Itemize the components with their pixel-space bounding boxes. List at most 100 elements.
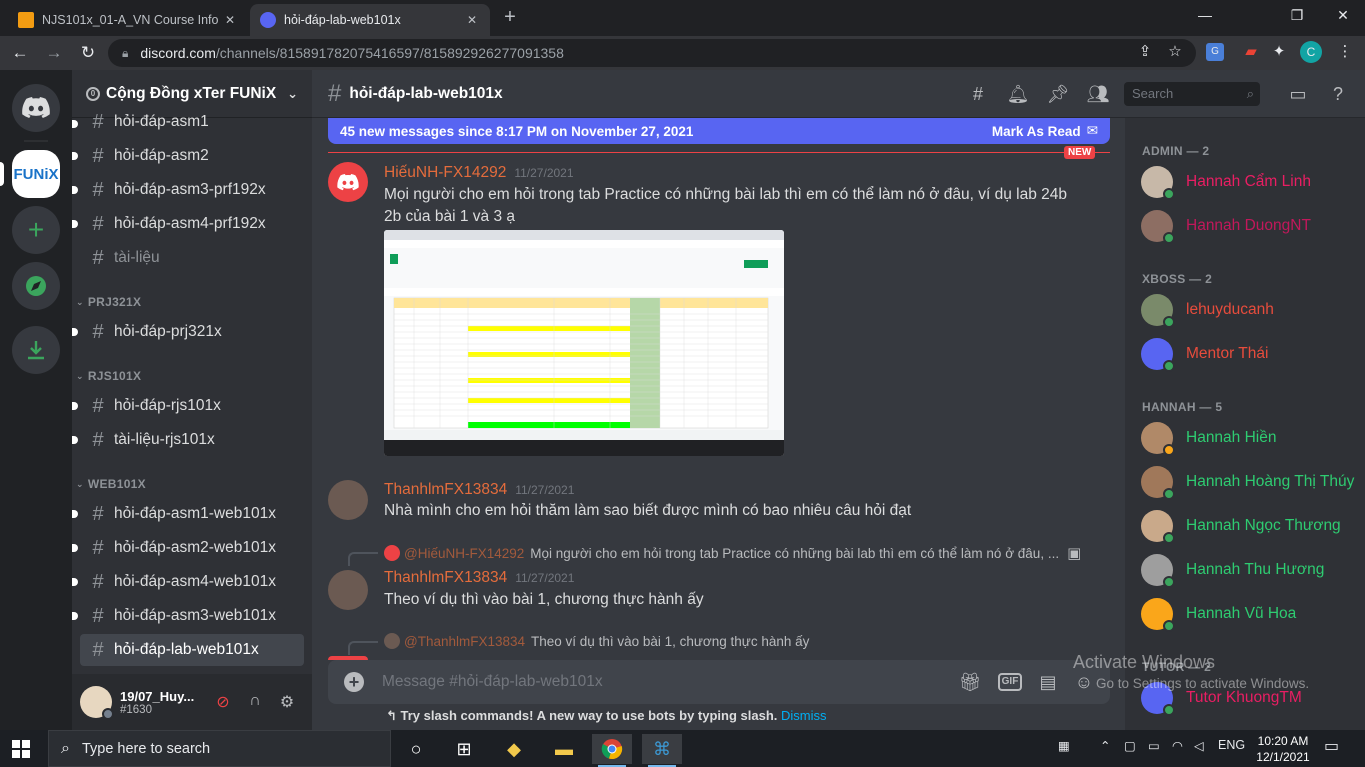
sticker-icon[interactable]: ▤ bbox=[1036, 670, 1060, 694]
message-author[interactable]: HiếuNH-FX14292 bbox=[384, 164, 506, 182]
member-item[interactable]: Hannah Vũ Hoa bbox=[1141, 594, 1361, 634]
translate-extension-icon[interactable]: G bbox=[1206, 43, 1224, 61]
download-apps-icon[interactable] bbox=[12, 326, 60, 374]
task-view-icon[interactable]: ⊞ bbox=[444, 734, 484, 764]
channel-item[interactable]: # tài-liệu bbox=[80, 242, 304, 274]
windows-start-icon[interactable] bbox=[12, 740, 30, 758]
channel-item[interactable]: # hỏi-đáp-asm3-prf192x bbox=[72, 174, 304, 206]
avatar[interactable] bbox=[328, 570, 368, 610]
volume-icon[interactable]: ◁ bbox=[1194, 738, 1204, 753]
bookmark-star-icon[interactable]: ☆ bbox=[1164, 41, 1186, 63]
channel-item[interactable]: # hỏi-đáp-asm2-web101x bbox=[72, 532, 304, 564]
threads-icon[interactable]: # bbox=[966, 82, 990, 106]
profile-avatar-icon[interactable]: C bbox=[1300, 41, 1322, 63]
channel-item[interactable]: # hỏi-đáp-asm4-prf192x bbox=[72, 208, 304, 240]
member-item[interactable]: Hannah Thu Hương bbox=[1141, 550, 1361, 590]
member-item[interactable]: lehuyducanh bbox=[1141, 290, 1361, 330]
notification-bell-icon[interactable]: 🔔︎ bbox=[1006, 82, 1030, 106]
menu-kebab-icon[interactable]: ⋮ bbox=[1334, 41, 1356, 63]
channel-item[interactable]: # hỏi-đáp-rjs101x bbox=[72, 390, 304, 422]
message-composer[interactable]: + Message #hỏi-đáp-lab-web101x 🎁︎ GIF ▤ … bbox=[328, 660, 1110, 704]
channel-item[interactable]: # hỏi-đáp-asm1 bbox=[72, 108, 304, 136]
message-author[interactable]: ThanhlmFX13834 bbox=[384, 569, 507, 587]
channel-item-active[interactable]: # hỏi-đáp-lab-web101x bbox=[80, 634, 304, 666]
avatar bbox=[1141, 294, 1175, 328]
inbox-icon[interactable]: ▭ bbox=[1286, 82, 1310, 106]
input-language[interactable]: ENG bbox=[1218, 738, 1245, 752]
wifi-icon[interactable]: ◠ bbox=[1172, 738, 1183, 753]
member-item[interactable]: Hannah Hiền bbox=[1141, 418, 1361, 458]
settings-gear-icon[interactable]: ⚙ bbox=[276, 692, 298, 714]
add-attachment-icon[interactable]: + bbox=[344, 672, 364, 692]
system-clock[interactable]: 10:20 AM 12/1/2021 bbox=[1255, 733, 1311, 765]
explore-servers-icon[interactable] bbox=[12, 262, 60, 310]
reply-reference[interactable]: @ThanhlmFX13834 Theo ví dụ thì vào bài 1… bbox=[384, 633, 809, 649]
headphones-icon[interactable]: ∩ bbox=[244, 692, 266, 714]
reload-icon[interactable]: ↻ bbox=[76, 41, 100, 65]
discord-home-icon[interactable] bbox=[12, 84, 60, 132]
taskbar-search-input[interactable]: ⌕ Type here to search bbox=[48, 730, 391, 767]
vscode-icon[interactable]: ⌘ bbox=[642, 734, 682, 767]
extensions-puzzle-icon[interactable]: ✦ bbox=[1268, 41, 1290, 63]
close-window-icon[interactable]: ✕ bbox=[1320, 0, 1365, 30]
close-tab-icon[interactable]: ✕ bbox=[222, 13, 238, 27]
share-icon[interactable]: ⇪ bbox=[1134, 41, 1156, 63]
notifications-icon[interactable]: ▭ bbox=[1324, 736, 1339, 756]
member-item[interactable]: Mentor Thái bbox=[1141, 334, 1361, 374]
gift-icon[interactable]: 🎁︎ bbox=[958, 670, 982, 694]
restore-icon[interactable]: ❐ bbox=[1274, 0, 1320, 30]
emoji-icon[interactable]: ☺ bbox=[1072, 670, 1096, 694]
browser-tab-discord[interactable]: hỏi-đáp-lab-web101x ✕ bbox=[250, 4, 490, 36]
channel-item[interactable]: # hỏi-đáp-prj321x bbox=[72, 316, 304, 348]
reply-excerpt: Theo ví dụ thì vào bài 1, chương thực hà… bbox=[531, 633, 810, 649]
forward-icon[interactable]: → bbox=[42, 41, 66, 65]
file-explorer-icon[interactable]: ▬ bbox=[544, 734, 584, 764]
funix-server-icon[interactable]: FUNiX bbox=[12, 150, 60, 198]
category-header[interactable]: ⌄ PRJ321X bbox=[76, 292, 141, 312]
app-icon[interactable]: ◆ bbox=[494, 734, 534, 764]
return-arrow-icon: ↰ bbox=[386, 708, 401, 723]
image-attachment[interactable] bbox=[384, 230, 784, 456]
channel-item[interactable]: # hỏi-đáp-asm4-web101x bbox=[72, 566, 304, 598]
close-tab-icon[interactable]: ✕ bbox=[464, 13, 480, 27]
browser-tab-course-info[interactable]: NJS101x_01-A_VN Course Info | F ✕ bbox=[8, 4, 248, 36]
tray-device-icon[interactable]: ▢ bbox=[1124, 738, 1136, 753]
minimize-icon[interactable]: — bbox=[1182, 0, 1228, 30]
pinned-messages-icon[interactable]: 📌︎ bbox=[1046, 82, 1070, 106]
reply-reference[interactable]: @HiếuNH-FX14292 Mọi người cho em hỏi tro… bbox=[384, 544, 1081, 562]
address-bar[interactable]: 🔒︎ discord.com/channels/8158917820754165… bbox=[108, 39, 1196, 67]
avatar[interactable] bbox=[328, 480, 368, 520]
battery-icon[interactable]: ▭ bbox=[1148, 738, 1160, 753]
member-item[interactable]: Hannah Hoàng Thị Thúy bbox=[1141, 462, 1361, 502]
search-input[interactable]: Search ⌕ bbox=[1124, 82, 1260, 106]
new-tab-button[interactable]: + bbox=[500, 6, 520, 28]
channel-item[interactable]: # hỏi-đáp-asm3-web101x bbox=[72, 600, 304, 632]
dismiss-link[interactable]: Dismiss bbox=[781, 708, 827, 723]
channel-item[interactable]: # hỏi-đáp-asm1-web101x bbox=[72, 498, 304, 530]
user-avatar[interactable] bbox=[80, 686, 114, 720]
help-icon[interactable]: ? bbox=[1326, 82, 1350, 106]
avatar[interactable] bbox=[328, 162, 368, 202]
mark-as-read-button[interactable]: Mark As Read bbox=[992, 124, 1081, 139]
member-name: Mentor Thái bbox=[1186, 345, 1269, 362]
gif-button[interactable]: GIF bbox=[998, 673, 1022, 691]
category-header[interactable]: ⌄ WEB101X bbox=[76, 474, 146, 494]
category-header[interactable]: ⌄ RJS101X bbox=[76, 366, 141, 386]
member-item[interactable]: Hannah Cẩm Linh bbox=[1141, 162, 1361, 202]
back-icon[interactable]: ← bbox=[8, 41, 32, 65]
member-item[interactable]: Hannah Ngọc Thương bbox=[1141, 506, 1361, 546]
add-server-icon[interactable]: + bbox=[12, 206, 60, 254]
cortana-icon[interactable]: ○ bbox=[396, 734, 436, 764]
member-list-icon[interactable]: 👥︎ bbox=[1086, 82, 1110, 106]
channel-item[interactable]: # tài-liệu-rjs101x bbox=[72, 424, 304, 456]
tray-icon[interactable]: ▦ bbox=[1058, 738, 1070, 753]
chrome-icon[interactable] bbox=[592, 734, 632, 767]
channel-item[interactable]: # hỏi-đáp-asm2 bbox=[72, 140, 304, 172]
user-name-block[interactable]: 19/07_Huy... #1630 bbox=[120, 689, 194, 716]
new-messages-bar[interactable]: 45 new messages since 8:17 PM on Novembe… bbox=[328, 118, 1110, 144]
member-item[interactable]: Hannah DuongNT bbox=[1141, 206, 1361, 246]
message-author[interactable]: ThanhlmFX13834 bbox=[384, 481, 507, 499]
mute-mic-icon[interactable]: ⊘ bbox=[212, 692, 234, 714]
tray-expand-icon[interactable]: ⌃ bbox=[1100, 738, 1110, 753]
extension-icon[interactable]: ▰ bbox=[1240, 41, 1262, 63]
